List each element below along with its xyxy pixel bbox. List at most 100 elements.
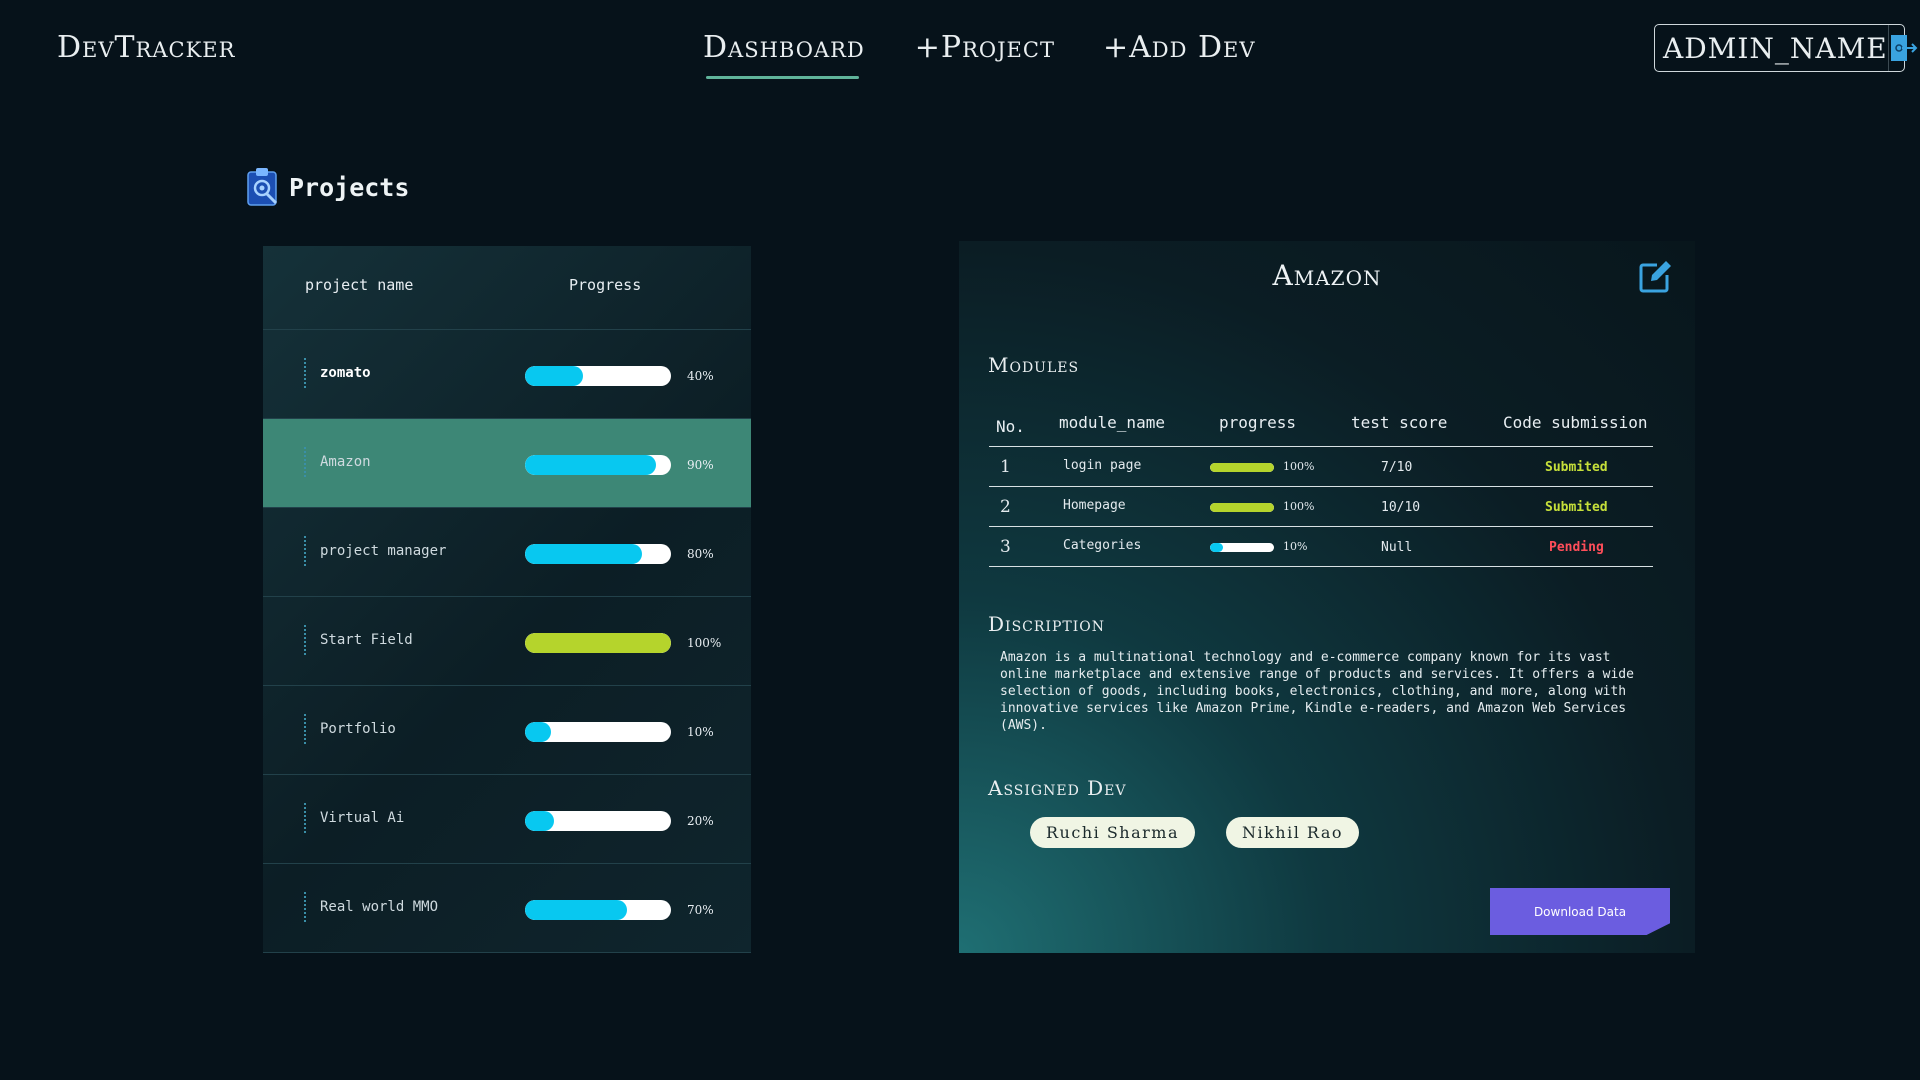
modules-table-header: No. module_name progress test score Code… xyxy=(989,401,1653,447)
column-test-score: test score xyxy=(1351,413,1448,432)
projects-title: Projects xyxy=(289,172,410,202)
progress-bar xyxy=(525,544,671,564)
progress-percent: 70% xyxy=(687,903,714,917)
module-progress-fill xyxy=(1210,463,1274,472)
project-row[interactable]: Real world MMO 70% xyxy=(263,864,751,953)
module-test-score: Null xyxy=(1381,540,1413,555)
progress-fill xyxy=(525,544,642,564)
clipboard-gear-icon xyxy=(247,168,278,206)
progress-fill xyxy=(525,455,657,475)
module-progress-percent: 100% xyxy=(1283,500,1315,513)
progress-bar xyxy=(525,366,671,386)
progress-fill xyxy=(525,366,584,386)
progress-bar xyxy=(525,633,671,653)
progress-fill xyxy=(525,811,555,831)
row-marker xyxy=(304,803,306,833)
project-title: Amazon xyxy=(1272,259,1382,292)
module-name: Categories xyxy=(1063,538,1142,553)
column-progress: Progress xyxy=(569,276,642,294)
progress-fill xyxy=(525,900,628,920)
dev-chip[interactable]: Ruchi Sharma xyxy=(1030,817,1195,848)
progress-fill xyxy=(525,722,552,742)
column-progress: progress xyxy=(1219,413,1297,432)
progress-fill xyxy=(525,633,671,653)
nav-dashboard[interactable]: Dashboard xyxy=(703,30,865,79)
submission-status: Submited xyxy=(1545,460,1608,475)
logout-button[interactable] xyxy=(1887,25,1920,71)
dev-chip[interactable]: Nikhil Rao xyxy=(1225,817,1360,848)
project-name: Portfolio xyxy=(320,721,396,737)
assigned-dev-title: Assigned Dev xyxy=(988,776,1127,800)
project-row[interactable]: project manager 80% xyxy=(263,508,751,597)
module-row[interactable]: 1 login page 100% 7/10 Submited xyxy=(989,447,1653,487)
project-description: Amazon is a multinational technology and… xyxy=(1000,650,1634,733)
project-name: Amazon xyxy=(320,454,371,470)
description-title: Discription xyxy=(988,612,1105,636)
project-name: Virtual Ai xyxy=(320,810,405,826)
progress-bar xyxy=(525,722,671,742)
project-name: Start Field xyxy=(320,632,413,648)
submission-status: Submited xyxy=(1545,500,1608,515)
progress-percent: 20% xyxy=(687,814,714,828)
edit-button[interactable] xyxy=(1637,259,1673,299)
module-test-score: 7/10 xyxy=(1381,460,1413,475)
project-name: zomato xyxy=(320,365,371,381)
submission-status: Pending xyxy=(1549,540,1604,555)
progress-bar xyxy=(525,455,671,475)
row-marker xyxy=(304,625,306,655)
module-progress-fill xyxy=(1210,543,1223,552)
progress-percent: 10% xyxy=(687,725,714,739)
project-detail-card: Amazon Modules No. module_name progress … xyxy=(959,241,1695,953)
module-name: login page xyxy=(1063,458,1142,473)
brand-logo[interactable]: DevTracker xyxy=(57,30,235,65)
project-row[interactable]: Portfolio 10% xyxy=(263,686,751,775)
project-name: project manager xyxy=(320,543,447,559)
modules-title: Modules xyxy=(988,353,1080,377)
progress-bar xyxy=(525,811,671,831)
main-nav: Dashboard +Project +Add Dev xyxy=(703,30,1256,79)
module-name: Homepage xyxy=(1063,498,1126,513)
project-row[interactable]: Virtual Ai 20% xyxy=(263,775,751,864)
download-data-button[interactable]: Download Data xyxy=(1490,888,1670,935)
module-progress-percent: 10% xyxy=(1283,540,1308,553)
module-test-score: 10/10 xyxy=(1381,500,1421,515)
row-marker xyxy=(304,892,306,922)
column-code-submission: Code submission xyxy=(1503,413,1648,432)
module-progress-fill xyxy=(1210,503,1274,512)
project-row[interactable]: Amazon 90% xyxy=(263,419,751,508)
project-name: Real world MMO xyxy=(320,899,439,915)
module-progress-bar xyxy=(1210,463,1274,472)
module-progress-bar xyxy=(1210,503,1274,512)
admin-menu[interactable]: ADMIN_NAME xyxy=(1654,24,1918,72)
row-marker xyxy=(304,358,306,388)
module-progress-percent: 100% xyxy=(1283,460,1315,473)
admin-name: ADMIN_NAME xyxy=(1663,31,1888,65)
nav-add-project[interactable]: +Project xyxy=(915,30,1055,65)
column-no: No. xyxy=(996,417,1025,436)
module-row[interactable]: 3 Categories 10% Null Pending xyxy=(989,527,1653,567)
module-no: 2 xyxy=(1000,497,1011,517)
progress-percent: 80% xyxy=(687,547,714,561)
project-row[interactable]: Start Field 100% xyxy=(263,597,751,686)
projects-header: Projects xyxy=(245,167,409,207)
project-row[interactable]: zomato 40% xyxy=(263,330,751,419)
nav-add-dev[interactable]: +Add Dev xyxy=(1103,30,1256,65)
row-marker xyxy=(304,714,306,744)
projects-table: project name Progress zomato 40% Amazon 90%… xyxy=(263,246,751,953)
modules-table: No. module_name progress test score Code… xyxy=(989,401,1653,567)
column-project-name: project name xyxy=(305,276,414,294)
progress-percent: 40% xyxy=(687,369,714,383)
row-marker xyxy=(304,447,306,477)
logout-icon xyxy=(1890,35,1918,61)
module-progress-bar xyxy=(1210,543,1274,552)
progress-bar xyxy=(525,900,671,920)
projects-table-header: project name Progress xyxy=(263,246,751,330)
module-no: 1 xyxy=(1000,457,1011,477)
module-no: 3 xyxy=(1000,537,1011,557)
edit-icon xyxy=(1639,261,1671,293)
module-row[interactable]: 2 Homepage 100% 10/10 Submited xyxy=(989,487,1653,527)
assigned-dev-list: Ruchi Sharma Nikhil Rao xyxy=(1030,817,1360,848)
column-module-name: module_name xyxy=(1059,413,1165,432)
row-marker xyxy=(304,536,306,566)
progress-percent: 100% xyxy=(687,636,722,650)
